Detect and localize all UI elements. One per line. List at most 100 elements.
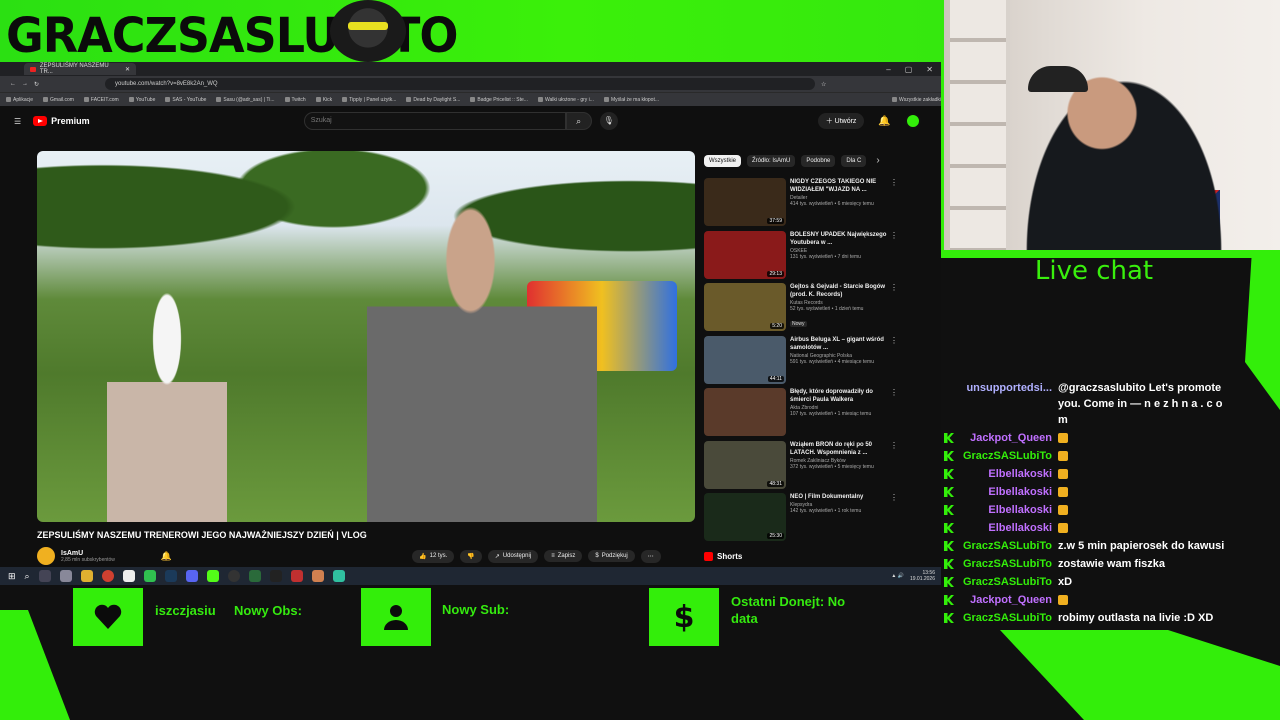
video-thumbnail[interactable] <box>704 388 786 436</box>
create-button[interactable]: ＋ Utwórz <box>817 113 865 129</box>
thanks-button[interactable]: $ Podziękuj <box>588 550 635 562</box>
clock[interactable]: 13:56 19.01.2026 <box>910 570 935 582</box>
video-thumbnail[interactable]: 48:31 <box>704 440 786 489</box>
minimize-icon[interactable]: – <box>886 65 890 74</box>
maximize-icon[interactable]: ▢ <box>905 65 913 74</box>
bookmark-item[interactable]: FACEIT.com <box>83 97 119 103</box>
more-options-icon[interactable]: ⋮ <box>890 231 898 282</box>
more-options-icon[interactable]: ⋮ <box>890 283 898 334</box>
chat-username[interactable]: unsupportedsi... <box>960 380 1058 396</box>
video-thumbnail[interactable]: 25:30 <box>704 493 786 541</box>
youtube-logo[interactable]: Premium <box>33 116 90 126</box>
bookmark-item[interactable]: Dead by Daylight S... <box>406 97 460 103</box>
bookmark-item[interactable]: Wszystkie zakładki <box>892 97 941 103</box>
more-options-icon[interactable]: ⋮ <box>890 336 898 387</box>
bookmark-item[interactable]: Tipply | Panel użytk... <box>342 97 396 103</box>
filter-chip[interactable]: Wszystkie <box>704 155 741 167</box>
app-icon[interactable] <box>311 570 324 582</box>
back-icon[interactable]: ← <box>10 81 16 87</box>
channel-avatar[interactable] <box>37 547 55 565</box>
more-options-icon[interactable]: ⋮ <box>890 388 898 439</box>
search-input[interactable]: Szukaj <box>303 112 566 130</box>
recommended-title[interactable]: Błędy, które doprowadziły do śmierci Pau… <box>790 388 890 404</box>
video-player[interactable] <box>37 151 695 522</box>
recommended-video[interactable]: 25:30 NEO | Film Dokumentalny Klepsydra 142… <box>704 493 904 544</box>
recommended-video[interactable]: Błędy, które doprowadziły do śmierci Pau… <box>704 388 904 439</box>
more-options-icon[interactable]: ⋮ <box>890 493 898 544</box>
wifi-icon[interactable]: ▲ 🔊 <box>891 573 904 579</box>
microphone-icon[interactable]: 🎙 <box>599 112 618 130</box>
more-actions-button[interactable]: ⋯ <box>640 549 661 563</box>
dislike-button[interactable]: 👎 <box>460 549 482 563</box>
recommended-title[interactable]: Gejtos & Gejvald - Starcie Bogów (prod. … <box>790 283 890 299</box>
app-icon[interactable] <box>248 570 261 582</box>
chat-username[interactable]: Elbellakoski <box>960 466 1058 482</box>
bookmark-item[interactable]: Kick <box>315 97 332 103</box>
reload-icon[interactable]: ↻ <box>34 81 39 88</box>
app-icon[interactable] <box>290 570 303 582</box>
url-field[interactable]: youtube.com/watch?v=8vE8k2An_WQ <box>105 78 816 90</box>
video-thumbnail[interactable]: 44:11 <box>704 335 786 384</box>
chat-username[interactable]: GraczSASLubiTo <box>960 610 1058 626</box>
obs-icon[interactable] <box>227 570 240 582</box>
recommended-video[interactable]: 44:11 Airbus Beluga XL – gigant wśród sam… <box>704 335 904 387</box>
bookmark-item[interactable]: Twitch <box>284 97 306 103</box>
chat-username[interactable]: GraczSASLubiTo <box>960 538 1058 554</box>
save-button[interactable]: ≡ Zapisz <box>544 550 583 562</box>
taskview-icon[interactable] <box>38 570 51 582</box>
app-icon[interactable] <box>269 570 282 582</box>
notifications-bell-icon[interactable]: 🔔 <box>878 116 890 127</box>
recommended-title[interactable]: Wziąłem BROŃ do ręki po 50 LATACH. Wspom… <box>790 441 890 457</box>
browser-tab[interactable]: ZEPSULIŚMY NASZEMU TR... ✕ <box>24 63 136 75</box>
windows-start-icon[interactable]: ⊞ <box>8 571 16 582</box>
bookmark-star-icon[interactable]: ☆ <box>821 81 826 88</box>
chat-username[interactable]: GraczSASLubiTo <box>960 556 1058 572</box>
filter-chip[interactable]: Dla C <box>841 155 867 167</box>
avatar[interactable] <box>904 113 921 129</box>
bookmark-item[interactable]: Aplikacje <box>6 97 33 103</box>
app-icon[interactable] <box>143 570 156 582</box>
forward-icon[interactable]: → <box>22 81 28 87</box>
notepad-icon[interactable] <box>122 570 135 582</box>
chat-username[interactable]: Elbellakoski <box>960 484 1058 500</box>
close-tab-icon[interactable]: ✕ <box>125 66 130 73</box>
bookmark-item[interactable]: Badge Pricelist :: Ste... <box>470 97 528 103</box>
recommended-video[interactable]: 5:20 Gejtos & Gejvald - Starcie Bogów (pr… <box>704 283 904 334</box>
channel-name[interactable]: IsAmU <box>61 550 115 557</box>
steam-icon[interactable] <box>164 570 177 582</box>
bookmark-item[interactable]: Sasu (@adr_sas) | Ti... <box>216 97 275 103</box>
recommended-title[interactable]: NEO | Film Dokumentalny <box>790 493 890 501</box>
bookmark-item[interactable]: Walki ułożone - gry i... <box>537 97 594 103</box>
chat-username[interactable]: Jackpot_Queen <box>960 430 1058 446</box>
bookmark-item[interactable]: YouTube <box>128 97 155 103</box>
shorts-section[interactable]: Shorts <box>704 552 742 561</box>
settings-icon[interactable] <box>59 570 72 582</box>
chevron-right-icon[interactable]: › <box>876 155 879 167</box>
bookmark-item[interactable]: SAS - YouTube <box>165 97 206 103</box>
chat-username[interactable]: Elbellakoski <box>960 520 1058 536</box>
more-options-icon[interactable]: ⋮ <box>890 441 898 492</box>
kick-icon[interactable] <box>206 570 219 582</box>
search-icon[interactable]: ⌕ <box>565 112 592 130</box>
like-button[interactable]: 👍 12 tys. <box>412 549 455 563</box>
filter-chip[interactable]: Podobne <box>801 155 836 167</box>
menu-icon[interactable]: ☰ <box>14 117 21 126</box>
chrome-icon[interactable] <box>101 570 114 582</box>
chat-username[interactable]: Jackpot_Queen <box>960 592 1058 608</box>
bookmark-item[interactable]: Gmail.com <box>43 97 74 103</box>
video-thumbnail[interactable]: 29:13 <box>704 230 786 279</box>
recommended-title[interactable]: NIGDY CZEGOŚ TAKIEGO NIE WIDZIAŁEM "WJAZ… <box>790 178 890 194</box>
recommended-title[interactable]: BOLESNY UPADEK Największego Youtubera w … <box>790 231 890 247</box>
file-explorer-icon[interactable] <box>80 570 93 582</box>
chat-username[interactable]: GraczSASLubiTo <box>960 574 1058 590</box>
discord-icon[interactable] <box>185 570 198 582</box>
bookmark-item[interactable]: Myślał że ma kłopot... <box>603 97 659 103</box>
close-window-icon[interactable]: ✕ <box>926 65 933 74</box>
recommended-title[interactable]: Airbus Beluga XL – gigant wśród samolotó… <box>790 336 890 352</box>
recommended-video[interactable]: 37:59 NIGDY CZEGOŚ TAKIEGO NIE WIDZIAŁEM … <box>704 178 904 229</box>
chat-username[interactable]: GraczSASLubiTo <box>960 448 1058 464</box>
subscribe-bell-icon[interactable]: 🔔 <box>161 551 172 562</box>
share-button[interactable]: ↗ Udostępnij <box>487 549 539 563</box>
app-icon[interactable] <box>332 570 345 582</box>
recommended-video[interactable]: 48:31 Wziąłem BROŃ do ręki po 50 LATACH. … <box>704 440 904 492</box>
